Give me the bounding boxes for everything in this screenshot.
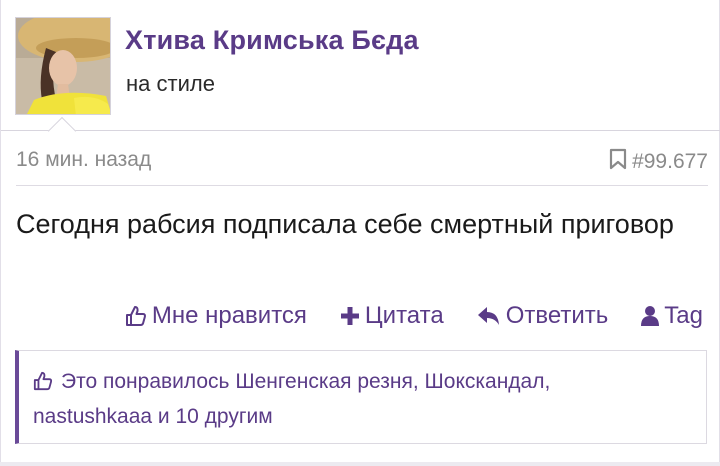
user-icon [641, 305, 660, 327]
user-title: на стиле [126, 71, 215, 96]
likes-text-1[interactable]: Это понравилось Шенгенская резня, Шокска… [61, 370, 550, 393]
thumbs-up-icon [33, 369, 53, 401]
reply-label: Ответить [505, 302, 609, 329]
post-actions: Мне нравится Цитата Ответить Tag [125, 300, 703, 332]
quote-label: Цитата [364, 302, 444, 329]
post-number[interactable]: #99.677 [632, 150, 708, 174]
tag-label: Tag [664, 302, 703, 329]
plus-icon [340, 306, 360, 326]
avatar[interactable] [15, 17, 111, 115]
post-meta: 16 мин. назад #99.677 [16, 148, 708, 178]
likes-line-1: Это понравилось Шенгенская резня, Шокска… [33, 366, 686, 401]
like-button[interactable]: Мне нравится [125, 302, 307, 330]
avatar-pointer [47, 116, 77, 146]
reply-arrow-icon [477, 306, 501, 326]
likes-text-2[interactable]: nastushkaaa и 10 другим [33, 405, 273, 428]
bookmark-icon[interactable] [609, 148, 627, 176]
post-message: Сегодня рабсия подписала себе смертный п… [16, 209, 674, 239]
post-permalink[interactable]: #99.677 [609, 148, 708, 176]
post-card: Хтива Кримська Бєда на стиле 16 мин. наз… [0, 0, 720, 462]
likes-line-2: nastushkaaa и 10 другим [33, 401, 686, 433]
reply-button[interactable]: Ответить [477, 302, 609, 330]
thumbs-up-icon [125, 305, 147, 327]
meta-divider [16, 185, 708, 186]
likes-summary: Это понравилось Шенгенская резня, Шокска… [15, 350, 707, 444]
post-timestamp[interactable]: 16 мин. назад [16, 148, 151, 172]
username[interactable]: Хтива Кримська Бєда [125, 25, 419, 56]
post-header: Хтива Кримська Бєда на стиле [1, 0, 720, 146]
like-label: Мне нравится [151, 302, 307, 329]
tag-button[interactable]: Tag [641, 302, 703, 330]
quote-button[interactable]: Цитата [340, 302, 444, 330]
